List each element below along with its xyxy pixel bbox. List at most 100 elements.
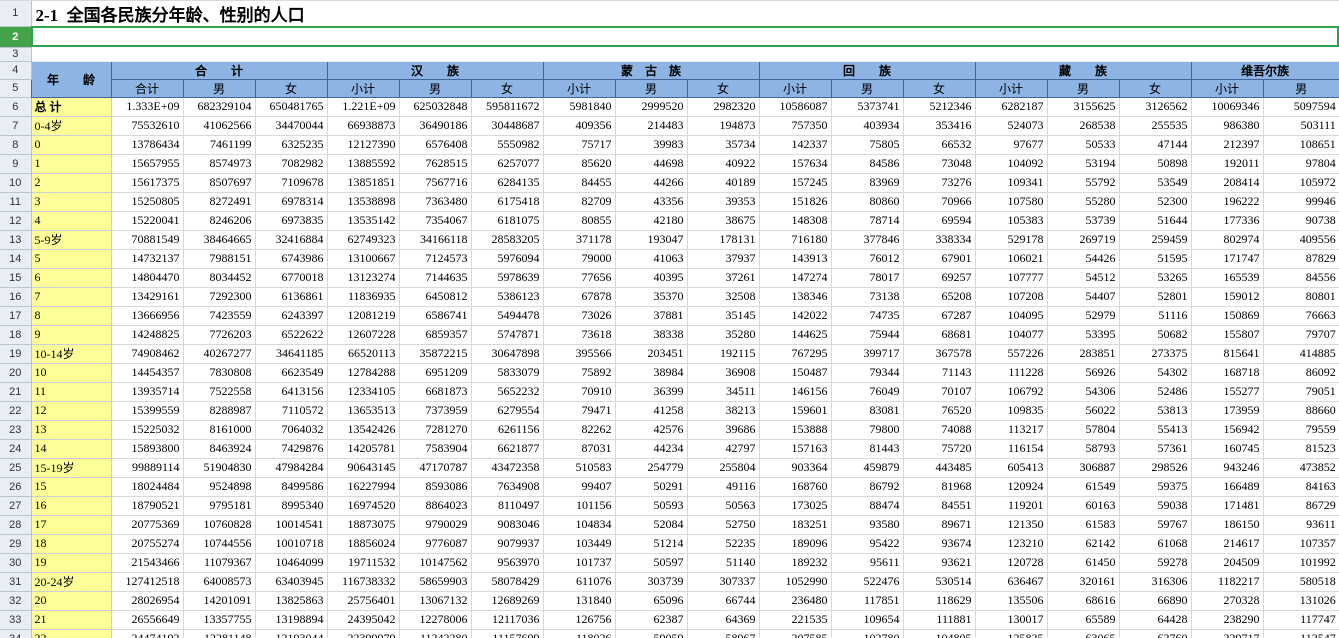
data-cell[interactable]: 79707: [1262, 324, 1339, 345]
data-cell[interactable]: 409356: [542, 115, 616, 136]
data-cell[interactable]: 7109678: [254, 172, 328, 193]
data-cell[interactable]: 70107: [902, 381, 976, 402]
data-cell[interactable]: 69257: [902, 267, 976, 288]
ethnic-group-header-0[interactable]: 合 计: [110, 60, 328, 80]
data-cell[interactable]: 18873075: [326, 514, 400, 535]
data-cell[interactable]: 155277: [1190, 381, 1264, 402]
data-cell[interactable]: 150487: [758, 362, 832, 383]
data-cell[interactable]: 39686: [686, 419, 760, 440]
data-cell[interactable]: 307337: [686, 571, 760, 592]
data-cell[interactable]: 79800: [830, 419, 904, 440]
data-cell[interactable]: 123210: [974, 533, 1048, 554]
data-cell[interactable]: 116154: [974, 438, 1048, 459]
data-cell[interactable]: 5097594: [1262, 96, 1339, 117]
data-cell[interactable]: 8246206: [182, 210, 256, 231]
data-cell[interactable]: 5494478: [470, 305, 544, 326]
data-cell[interactable]: 51140: [686, 552, 760, 573]
data-cell[interactable]: 7082982: [254, 153, 328, 174]
data-cell[interactable]: 58793: [1046, 438, 1120, 459]
data-cell[interactable]: 186150: [1190, 514, 1264, 535]
data-cell[interactable]: 44234: [614, 438, 688, 459]
data-cell[interactable]: 58078429: [470, 571, 544, 592]
data-cell[interactable]: 84455: [542, 172, 616, 193]
data-cell[interactable]: 57361: [1118, 438, 1192, 459]
data-cell[interactable]: 51116: [1118, 305, 1192, 326]
data-cell[interactable]: 78714: [830, 210, 904, 231]
row-header-12[interactable]: 12: [0, 211, 32, 231]
data-cell[interactable]: 47144: [1118, 134, 1192, 155]
data-cell[interactable]: 67901: [902, 248, 976, 269]
data-cell[interactable]: 55792: [1046, 172, 1120, 193]
data-cell[interactable]: 6576408: [398, 134, 472, 155]
data-cell[interactable]: 986380: [1190, 115, 1264, 136]
data-cell[interactable]: 90643145: [326, 457, 400, 478]
data-cell[interactable]: 39353: [686, 191, 760, 212]
data-cell[interactable]: 107357: [1262, 533, 1339, 554]
data-cell[interactable]: 522476: [830, 571, 904, 592]
data-cell[interactable]: 37261: [686, 267, 760, 288]
data-cell[interactable]: 75805: [830, 134, 904, 155]
data-cell[interactable]: 35145: [686, 305, 760, 326]
data-cell[interactable]: 5386123: [470, 286, 544, 307]
data-cell[interactable]: 50898: [1118, 153, 1192, 174]
data-cell[interactable]: 177336: [1190, 210, 1264, 231]
row-header-25[interactable]: 25: [0, 458, 32, 478]
data-cell[interactable]: 24395042: [326, 609, 400, 630]
data-cell[interactable]: 37937: [686, 248, 760, 269]
data-cell[interactable]: 81523: [1262, 438, 1339, 459]
data-cell[interactable]: 30647898: [470, 343, 544, 364]
data-cell[interactable]: 64369: [686, 609, 760, 630]
data-cell[interactable]: 52084: [614, 514, 688, 535]
data-cell[interactable]: 84556: [1262, 267, 1339, 288]
data-cell[interactable]: 6175418: [470, 191, 544, 212]
data-cell[interactable]: 116738332: [326, 571, 400, 592]
data-cell[interactable]: 15250805: [110, 191, 184, 212]
data-cell[interactable]: 53395: [1046, 324, 1120, 345]
data-cell[interactable]: 109654: [830, 609, 904, 630]
data-cell[interactable]: 127412518: [110, 571, 184, 592]
data-cell[interactable]: 7292300: [182, 286, 256, 307]
data-cell[interactable]: 69594: [902, 210, 976, 231]
data-cell[interactable]: 99889114: [110, 457, 184, 478]
data-cell[interactable]: 595811672: [470, 96, 544, 117]
data-cell[interactable]: 36490186: [398, 115, 472, 136]
data-cell[interactable]: 173959: [1190, 400, 1264, 421]
data-cell[interactable]: 194873: [686, 115, 760, 136]
data-cell[interactable]: 189232: [758, 552, 832, 573]
data-cell[interactable]: 53265: [1118, 267, 1192, 288]
data-cell[interactable]: 16227994: [326, 476, 400, 497]
data-cell[interactable]: 303739: [614, 571, 688, 592]
data-cell[interactable]: 74735: [830, 305, 904, 326]
data-cell[interactable]: 40395: [614, 267, 688, 288]
data-cell[interactable]: 903364: [758, 457, 832, 478]
data-cell[interactable]: 58659903: [398, 571, 472, 592]
data-cell[interactable]: 104077: [974, 324, 1048, 345]
data-cell[interactable]: 53194: [1046, 153, 1120, 174]
row-header-5[interactable]: 5: [0, 79, 32, 98]
data-cell[interactable]: 79471: [542, 400, 616, 421]
data-cell[interactable]: 6621877: [470, 438, 544, 459]
data-cell[interactable]: 5550982: [470, 134, 544, 155]
data-cell[interactable]: 353416: [902, 115, 976, 136]
row-header-6[interactable]: 6: [0, 97, 32, 117]
data-cell[interactable]: 8272491: [182, 191, 256, 212]
data-cell[interactable]: 371178: [542, 229, 616, 250]
data-cell[interactable]: 38338: [614, 324, 688, 345]
data-cell[interactable]: 2982320: [686, 96, 760, 117]
data-cell[interactable]: 13067132: [398, 590, 472, 611]
column-header-0-1[interactable]: 男: [182, 78, 256, 98]
data-cell[interactable]: 15657955: [110, 153, 184, 174]
data-cell[interactable]: 82709: [542, 191, 616, 212]
data-cell[interactable]: 104092: [974, 153, 1048, 174]
data-cell[interactable]: 59278: [1118, 552, 1192, 573]
data-cell[interactable]: 40922: [686, 153, 760, 174]
data-cell[interactable]: 105383: [974, 210, 1048, 231]
data-cell[interactable]: 716180: [758, 229, 832, 250]
data-cell[interactable]: 3126562: [1118, 96, 1192, 117]
data-cell[interactable]: 57804: [1046, 419, 1120, 440]
data-cell[interactable]: 105972: [1262, 172, 1339, 193]
data-cell[interactable]: 9790029: [398, 514, 472, 535]
data-cell[interactable]: 6681873: [398, 381, 472, 402]
data-cell[interactable]: 66520113: [326, 343, 400, 364]
data-cell[interactable]: 10744556: [182, 533, 256, 554]
